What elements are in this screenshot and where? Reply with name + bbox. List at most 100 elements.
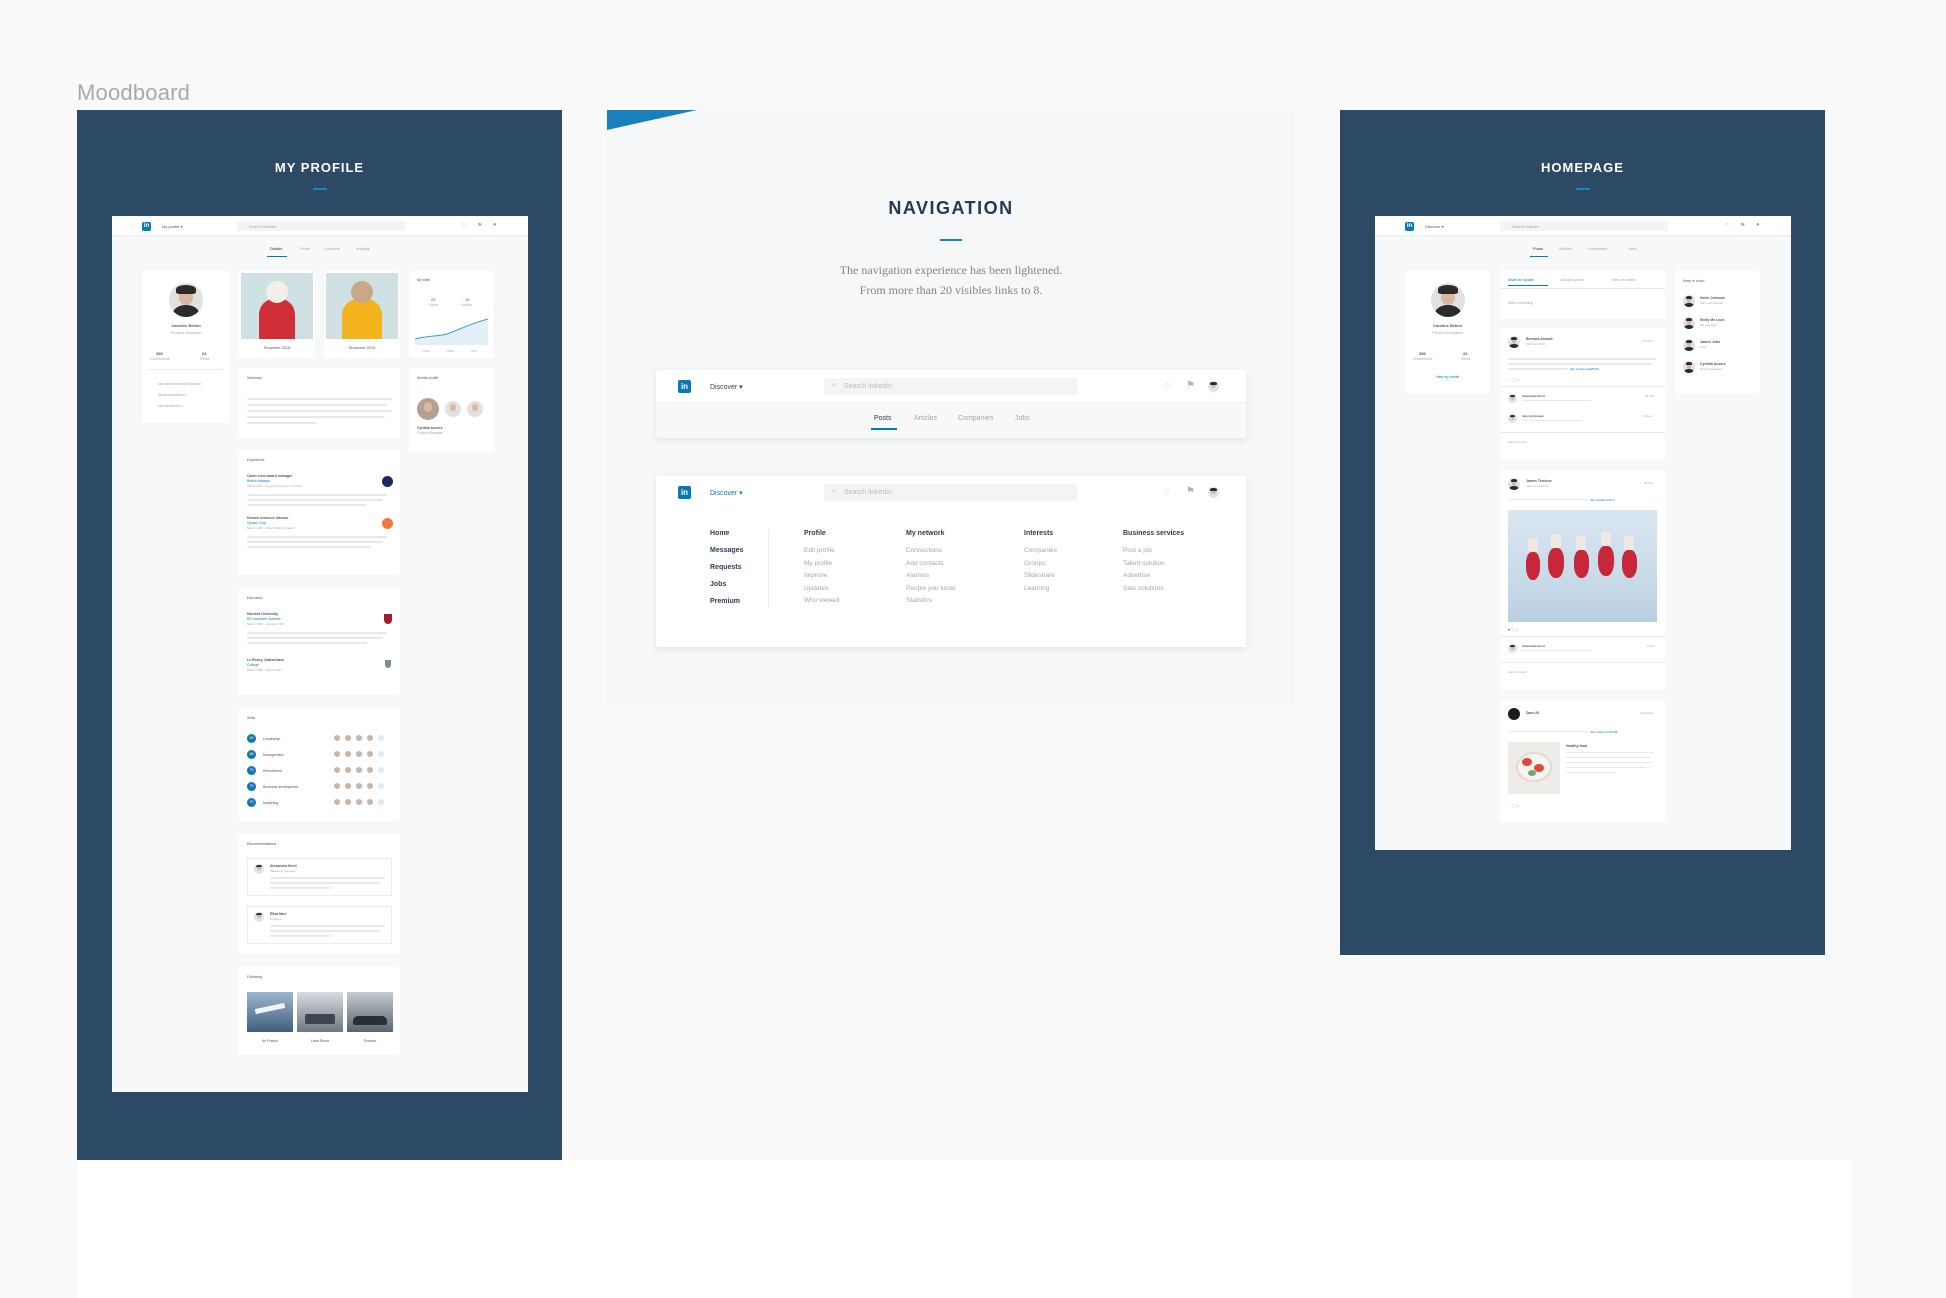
healthy-food-title[interactable]: Healthy food (1566, 744, 1587, 748)
menu-column-item[interactable]: Alumnis (906, 572, 929, 579)
main-nav-link[interactable]: Messages (710, 547, 743, 554)
endorser-avatar[interactable] (377, 734, 385, 742)
menu-column-item[interactable]: Post a job (1123, 547, 1152, 554)
menu-column-item[interactable]: Improve (804, 572, 827, 579)
endorser-avatar[interactable] (344, 782, 352, 790)
comment-avatar-2[interactable] (1508, 414, 1517, 423)
post-reactions[interactable]: ♡ ▢ ≺ (1508, 804, 1519, 808)
profile-menu[interactable]: My profile ▾ (162, 224, 182, 229)
post-link[interactable]: http://urlbeuno/jj8TPH (1570, 367, 1599, 371)
menu-column-item[interactable]: Sale solutions (1123, 585, 1163, 592)
contact-name[interactable]: Cynthia Auvers (1700, 362, 1726, 366)
post-author-avatar[interactable] (1508, 336, 1520, 348)
post-author-name[interactable]: Bernard Arnault (1526, 337, 1553, 341)
endorser-avatar[interactable] (333, 766, 341, 774)
endorser-avatar[interactable] (333, 750, 341, 758)
upload-photo-action[interactable]: Upload a photo (1560, 278, 1584, 282)
recommendation-avatar-2[interactable] (254, 912, 264, 922)
tab-posts[interactable]: Posts (1533, 246, 1543, 251)
endorser-avatar[interactable] (366, 750, 374, 758)
tab-jobs[interactable]: Jobs (1628, 246, 1636, 251)
comment-avatar-1[interactable] (1508, 394, 1517, 403)
menu-column-item[interactable]: People you know (906, 585, 956, 592)
endorser-avatar[interactable] (355, 798, 363, 806)
endorser-avatar[interactable] (377, 766, 385, 774)
main-nav-link[interactable]: Jobs (710, 581, 726, 588)
write-article-action[interactable]: Write an article (1612, 278, 1635, 282)
flag-icon[interactable]: ⚑ (1186, 381, 1195, 391)
homepage-search-input[interactable]: Search linkedin (1500, 221, 1668, 231)
contact-email[interactable]: caroline.bellon@linkedin (158, 381, 201, 386)
post-reactions[interactable]: ♥ ▢ ≺ (1508, 628, 1518, 632)
tab-posts[interactable]: Posts (300, 246, 310, 251)
contact-name[interactable]: James Jobs (1700, 340, 1720, 344)
similar-avatar-3[interactable] (467, 401, 483, 417)
tab-insights[interactable]: Insights (356, 246, 370, 251)
contact-avatar[interactable] (1683, 361, 1695, 373)
post-author-avatar[interactable] (1508, 478, 1520, 490)
post-link[interactable]: http://zara.com/45d5 (1590, 730, 1617, 734)
tab-companies[interactable]: Companies (958, 415, 993, 422)
endorser-avatar[interactable] (333, 782, 341, 790)
main-nav-link[interactable]: Home (710, 530, 729, 537)
menu-column-title[interactable]: Profile (804, 530, 826, 537)
profile-search-input[interactable]: Search linkedin (237, 221, 405, 231)
skill-row[interactable]: 88 Management (247, 750, 392, 760)
discover-menu-open[interactable]: Discover ▾ (710, 489, 743, 497)
tab-articles[interactable]: Articles (914, 415, 937, 422)
post-author-name[interactable]: James Terrions (1526, 479, 1552, 483)
endorser-avatar[interactable] (355, 766, 363, 774)
following-image-air-france[interactable] (247, 992, 293, 1032)
skill-row[interactable]: 70 Marketing (247, 798, 392, 808)
skill-row[interactable]: 99 Leadership (247, 734, 392, 744)
linkedin-logo-icon[interactable]: in (678, 486, 691, 499)
post-link[interactable]: http://strata.io/lio/4 (1590, 498, 1615, 502)
endorser-avatar[interactable] (344, 734, 352, 742)
zara-logo-icon[interactable] (1508, 708, 1520, 720)
endorser-avatar[interactable] (344, 750, 352, 758)
menu-column-item[interactable]: Updates (804, 585, 828, 592)
view-profile-link[interactable]: View my profile (1405, 375, 1490, 379)
main-nav-link[interactable]: Requests (710, 564, 742, 571)
menu-column-title[interactable]: Interests (1024, 530, 1053, 537)
endorser-avatar[interactable] (355, 750, 363, 758)
recommendation-avatar-1[interactable] (254, 864, 264, 874)
following-image-porsche[interactable] (347, 992, 393, 1032)
education-degree-2[interactable]: College (247, 663, 259, 667)
skill-row[interactable]: 75 Business development (247, 782, 392, 792)
similar-avatar-2[interactable] (445, 401, 461, 417)
endorser-avatar[interactable] (366, 766, 374, 774)
endorser-avatar[interactable] (355, 734, 363, 742)
menu-column-item[interactable]: Add contacts (906, 560, 944, 567)
endorser-avatar[interactable] (366, 782, 374, 790)
contact-name[interactable]: Helen Johnson (1700, 296, 1725, 300)
skill-row[interactable]: 75 Recruitment (247, 766, 392, 776)
endorser-avatar[interactable] (333, 798, 341, 806)
nav2-search-input[interactable]: ⌕ Search linkedin (824, 484, 1077, 501)
endorser-avatar[interactable] (366, 798, 374, 806)
education-degree-1[interactable]: BS computer Science (247, 617, 281, 621)
following-image-land-rover[interactable] (297, 992, 343, 1032)
flag-icon[interactable]: ⚑ (1740, 222, 1745, 229)
contact-avatar[interactable] (1683, 295, 1695, 307)
artwork-card-2[interactable]: Showreel 2014 (324, 271, 400, 358)
endorser-avatar[interactable] (344, 798, 352, 806)
flag-icon[interactable]: ⚑ (1186, 487, 1195, 497)
tab-posts[interactable]: Posts (874, 415, 892, 422)
message-icon[interactable]: ◌ (1164, 487, 1170, 497)
endorser-avatar[interactable] (377, 750, 385, 758)
contact-twitter[interactable]: @carolinebellon (158, 392, 187, 397)
menu-column-item[interactable]: Connections (906, 547, 942, 554)
menu-column-item[interactable]: Edit profile (804, 547, 835, 554)
post-reactions[interactable]: ♡ ▢ ≺ (1508, 378, 1519, 382)
linkedin-logo-icon[interactable]: in (142, 222, 151, 231)
nav1-search-input[interactable]: ⌕ Search linkedin (824, 378, 1077, 395)
tab-details[interactable]: Details (270, 246, 282, 251)
add-comment-input[interactable]: Add comment (1508, 670, 1527, 674)
add-comment-input[interactable]: Add comment (1508, 440, 1527, 444)
message-icon[interactable]: ○ (1725, 222, 1729, 228)
main-nav-link[interactable]: Premium (710, 598, 740, 605)
linkedin-logo-icon[interactable]: in (678, 380, 691, 393)
tab-contacts[interactable]: Contacts (324, 246, 340, 251)
comment-avatar-1[interactable] (1508, 644, 1517, 653)
